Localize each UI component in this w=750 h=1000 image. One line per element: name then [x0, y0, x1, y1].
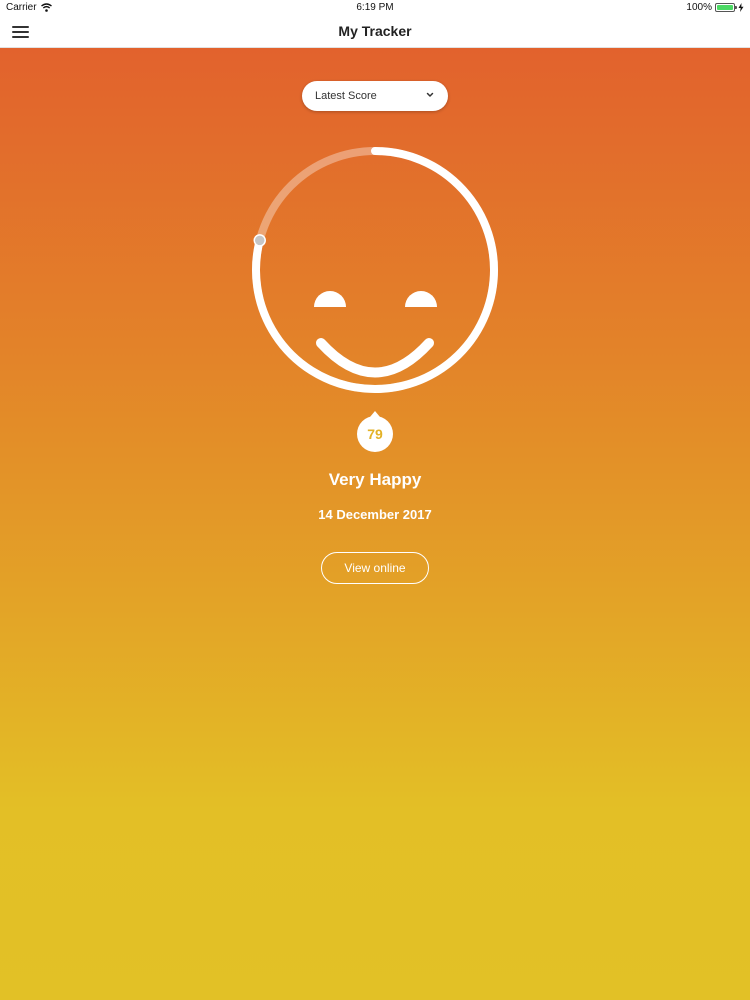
score-progress-knob — [253, 234, 266, 247]
smile — [316, 338, 434, 378]
dropdown-label: Latest Score — [315, 90, 377, 102]
navigation-bar: My Tracker — [0, 16, 750, 48]
view-online-button[interactable]: View online — [321, 552, 429, 584]
battery-fill — [717, 5, 733, 10]
right-eye — [405, 291, 437, 307]
status-bar: Carrier 6:19 PM 100% — [0, 0, 750, 16]
chevron-down-icon — [426, 92, 434, 97]
mood-label: Very Happy — [328, 470, 422, 489]
left-eye — [314, 291, 346, 307]
page-title: My Tracker — [338, 23, 412, 39]
score-date: 14 December 2017 — [318, 507, 432, 522]
score-dropdown[interactable]: Latest Score — [302, 81, 448, 111]
battery-percent: 100% — [686, 2, 712, 13]
status-time: 6:19 PM — [356, 2, 394, 13]
battery-info: 100% — [686, 2, 744, 13]
tracker-main: Latest Score 79 Very Happy 14 December 2… — [0, 48, 750, 1000]
bolt-icon — [738, 3, 744, 12]
smiley-face-icon — [252, 147, 498, 393]
score-badge: 79 — [357, 411, 393, 452]
battery-icon — [715, 3, 737, 12]
